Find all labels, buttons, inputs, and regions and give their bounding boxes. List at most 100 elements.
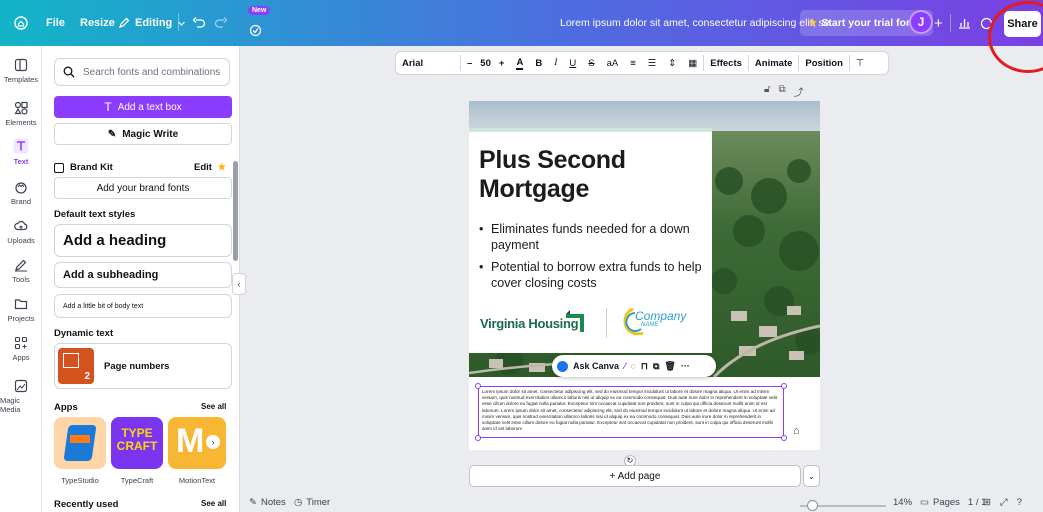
rail-label-tools: Tools bbox=[12, 275, 30, 284]
page-numbers-button[interactable]: 2 Page numbers bbox=[54, 343, 232, 389]
rail-item-elements[interactable]: Elements bbox=[0, 101, 42, 127]
analytics-icon[interactable] bbox=[958, 0, 971, 46]
brand-kit-edit-link[interactable]: Edit ★ bbox=[194, 162, 226, 173]
spacing-icon[interactable]: ⇕ bbox=[662, 52, 682, 74]
rail-item-magic-media[interactable]: Magic Media bbox=[0, 379, 42, 414]
lock-icon[interactable]: ⊓ bbox=[641, 361, 648, 372]
editing-mode-dropdown[interactable]: Editing bbox=[118, 0, 186, 46]
rail-item-templates[interactable]: Templates bbox=[0, 58, 42, 84]
rail-item-apps[interactable]: Apps bbox=[0, 336, 42, 362]
rail-item-tools[interactable]: Tools bbox=[0, 258, 42, 284]
resize-handle[interactable] bbox=[475, 383, 481, 389]
fullscreen-icon[interactable]: ⤢ bbox=[1000, 497, 1008, 508]
pages-button[interactable]: ▭ Pages 1 / 1 bbox=[920, 497, 986, 508]
trash-icon[interactable]: 🗑︎ bbox=[664, 361, 675, 372]
add-collaborator-icon[interactable]: + bbox=[934, 0, 943, 46]
add-page-icon[interactable]: ⤴ bbox=[794, 84, 804, 99]
avatar[interactable]: J bbox=[909, 10, 933, 34]
italic-icon[interactable]: I bbox=[548, 52, 563, 74]
add-page-button[interactable]: + Add page bbox=[469, 465, 801, 487]
add-page-dropdown[interactable]: ⌄ bbox=[803, 465, 820, 487]
app-tile-motiontext[interactable]: M › bbox=[168, 417, 226, 469]
font-size-decrease[interactable]: – bbox=[467, 58, 472, 69]
font-size-stepper[interactable]: – 50 + bbox=[461, 52, 510, 74]
rail-label-magic-media: Magic Media bbox=[0, 396, 21, 414]
document-title[interactable]: Lorem ipsum dolor sit amet, consectetur … bbox=[560, 0, 838, 46]
transparency-icon[interactable]: ▦ bbox=[682, 52, 703, 74]
apps-heading: Apps bbox=[54, 402, 78, 413]
zoom-value[interactable]: 14% bbox=[893, 497, 912, 508]
letter-case-button[interactable]: aA bbox=[601, 52, 625, 74]
crown-icon: ★ bbox=[808, 17, 818, 29]
panel-scrollbar[interactable] bbox=[233, 161, 238, 261]
text-color-icon[interactable]: A bbox=[510, 52, 529, 74]
ask-canva-button[interactable]: Ask Canva bbox=[573, 361, 619, 371]
headline-card[interactable]: Plus Second Mortgage Eliminates funds ne… bbox=[469, 128, 712, 353]
editing-label: Editing bbox=[135, 17, 173, 29]
rail-item-uploads[interactable]: Uploads bbox=[0, 219, 42, 245]
add-body-text-button[interactable]: Add a little bit of body text bbox=[54, 294, 232, 318]
strikethrough-icon[interactable]: S bbox=[582, 52, 600, 74]
rail-item-brand[interactable]: Brand bbox=[0, 180, 42, 206]
home-logo-icon[interactable]: ⌂ bbox=[793, 425, 800, 437]
animate-button[interactable]: Animate bbox=[749, 52, 798, 74]
magic-write-button[interactable]: ✎ Magic Write bbox=[54, 123, 232, 145]
redo-icon[interactable] bbox=[214, 0, 228, 46]
selected-text-box[interactable]: Lorem ipsum dolor sit amet, consectetur … bbox=[478, 386, 784, 438]
rail-item-projects[interactable]: Projects bbox=[0, 297, 42, 323]
more-icon[interactable]: ··· bbox=[681, 361, 690, 371]
help-icon[interactable]: ? bbox=[1017, 497, 1022, 508]
add-text-box-button[interactable]: T Add a text box bbox=[54, 96, 232, 118]
apps-see-all-link[interactable]: See all bbox=[201, 402, 226, 411]
effects-button[interactable]: Effects bbox=[704, 52, 748, 74]
timer-button[interactable]: ◷ Timer bbox=[294, 497, 330, 508]
timer-icon: ◷ bbox=[294, 497, 303, 508]
bold-icon[interactable]: B bbox=[529, 52, 548, 74]
font-family-dropdown[interactable]: Arial bbox=[396, 52, 460, 74]
rail-item-text[interactable]: Text bbox=[0, 138, 42, 166]
recent-see-all-link[interactable]: See all bbox=[201, 499, 226, 508]
paint-format-icon[interactable]: ⊤ bbox=[850, 52, 870, 74]
typestudio-logo-shape bbox=[70, 435, 90, 443]
app-label-typestudio: TypeStudio bbox=[61, 476, 99, 485]
align-icon[interactable]: ≡ bbox=[624, 52, 642, 74]
font-size-increase[interactable]: + bbox=[499, 58, 505, 69]
headline[interactable]: Plus Second Mortgage bbox=[479, 146, 626, 204]
collapse-panel-button[interactable]: ‹ bbox=[232, 273, 246, 295]
bullet-list[interactable]: Eliminates funds needed for a down payme… bbox=[479, 221, 704, 297]
company-logo-text: Company bbox=[635, 309, 687, 323]
grid-view-icon[interactable]: ⊞ bbox=[983, 497, 991, 508]
resize-button[interactable]: Resize bbox=[80, 0, 115, 46]
position-button[interactable]: Position bbox=[799, 52, 848, 74]
app-tile-typecraft[interactable]: TYPE CRAFT bbox=[111, 417, 163, 469]
resize-handle[interactable] bbox=[781, 383, 787, 389]
folder-icon bbox=[14, 299, 28, 310]
virginia-housing-logo[interactable]: Virginia Housing bbox=[480, 310, 584, 332]
magic-wand-icon[interactable]: ⁄ bbox=[624, 361, 626, 371]
file-menu[interactable]: File bbox=[46, 0, 65, 46]
pages-icon: ▭ bbox=[920, 497, 929, 508]
zoom-slider-knob[interactable] bbox=[807, 500, 819, 511]
underline-icon[interactable]: U bbox=[563, 52, 582, 74]
sync-icon[interactable] bbox=[249, 7, 262, 53]
home-icon[interactable] bbox=[14, 0, 28, 46]
search-input[interactable]: Search fonts and combinations bbox=[54, 58, 230, 86]
resize-handle[interactable] bbox=[781, 435, 787, 441]
add-brand-fonts-button[interactable]: Add your brand fonts bbox=[54, 177, 232, 199]
list-icon[interactable]: ☰ bbox=[642, 52, 663, 74]
add-subheading-button[interactable]: Add a subheading bbox=[54, 262, 232, 288]
font-size-value[interactable]: 50 bbox=[480, 58, 491, 69]
undo-icon[interactable] bbox=[192, 0, 206, 46]
add-heading-button[interactable]: Add a heading bbox=[54, 224, 232, 257]
zoom-slider[interactable] bbox=[800, 500, 886, 511]
notes-button[interactable]: ✎ Notes bbox=[249, 497, 286, 508]
comment-icon[interactable]: ◌ bbox=[631, 361, 636, 371]
timer-label: Timer bbox=[306, 497, 331, 508]
next-arrow-icon[interactable]: › bbox=[206, 435, 220, 449]
app-tile-typestudio[interactable] bbox=[54, 417, 106, 469]
duplicate-icon[interactable]: ⧉ bbox=[653, 361, 659, 372]
resize-handle[interactable] bbox=[475, 435, 481, 441]
company-logo[interactable]: Company NAME bbox=[623, 307, 686, 335]
lock-icon[interactable]: 🔓︎ bbox=[764, 84, 770, 99]
duplicate-icon[interactable]: ⧉ bbox=[778, 84, 785, 99]
